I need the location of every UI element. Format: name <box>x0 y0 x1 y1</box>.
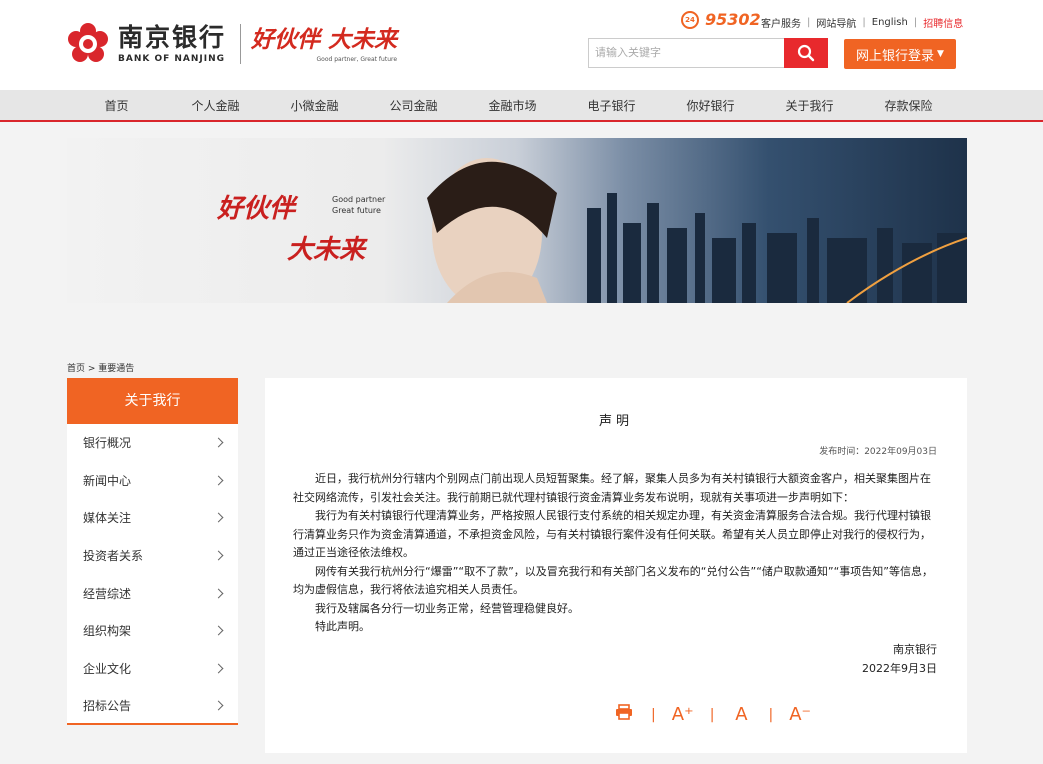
chevron-right-icon <box>213 701 224 711</box>
toplink-separator: | <box>913 17 918 28</box>
nav-item-personal[interactable]: 个人金融 <box>166 90 265 122</box>
logo-divider <box>240 24 242 64</box>
slogan-en: Good partner, Great future <box>316 55 398 63</box>
article-sign-date: 2022年9月3日 <box>862 662 937 675</box>
toplink-separator: | <box>862 17 866 28</box>
sidebar-item-label: 投资者关系 <box>83 549 144 564</box>
sidebar-item-culture[interactable]: 企业文化 <box>67 650 238 688</box>
breadcrumb[interactable]: 首页 > 重要通告 <box>67 361 134 374</box>
logo-cn: 南京银行 <box>118 23 227 52</box>
chevron-right-icon <box>213 588 224 599</box>
sidebar-item-label: 媒体关注 <box>83 511 132 526</box>
chevron-right-icon <box>213 625 224 636</box>
banner-slogan-line2: 大未来 <box>287 235 366 265</box>
publish-date: 发布时间：2022年09月03日 <box>819 447 937 457</box>
search-icon <box>797 44 815 62</box>
print-icon <box>616 704 632 720</box>
search-input[interactable]: 请输入关键字 <box>588 38 785 68</box>
site-header: 南京银行 BANK OF NANJING 好伙伴 大未来 Good partne… <box>0 0 1043 90</box>
article-body: 近日，我行杭州分行辖内个别网点门前出现人员短暂聚集。经了解，聚集人员多为有关村镇… <box>293 470 939 637</box>
sidebar-item-label: 经营综述 <box>83 586 132 601</box>
banner-city-illustration <box>427 158 967 303</box>
sidebar-item-label: 企业文化 <box>83 661 132 676</box>
tool-separator: | <box>651 706 656 723</box>
article-paragraph: 网传有关我行杭州分行“爆雷”“取不了款”，以及冒充我行和有关部门名义发布的“兑付… <box>293 564 933 597</box>
nav-item-small-business[interactable]: 小微金融 <box>265 90 364 122</box>
font-increase-button[interactable]: A⁺ <box>670 704 696 725</box>
top-links: 客户服务 | 网站导航 | English | 招聘信息 <box>761 15 963 30</box>
sidebar-item-tender[interactable]: 招标公告 <box>67 687 238 725</box>
sidebar-item-label: 银行概况 <box>83 436 132 451</box>
nav-item-about-us[interactable]: 关于我行 <box>760 90 859 122</box>
toplink-recruitment[interactable]: 招聘信息 <box>923 15 963 30</box>
nav-item-home[interactable]: 首页 <box>67 90 166 122</box>
slogan-cn: 好伙伴 大未来 <box>251 25 398 53</box>
sidebar-item-business-review[interactable]: 经营综述 <box>67 574 238 612</box>
chevron-right-icon <box>213 475 224 486</box>
banner-slogan-en: Good partner Great future <box>332 194 385 216</box>
article-panel: 声明 发布时间：2022年09月03日 近日，我行杭州分行辖内个别网点门前出现人… <box>265 378 967 753</box>
banner-en-line1: Good partner <box>332 195 386 204</box>
article-signature: 南京银行 <box>893 643 937 656</box>
nav-item-corporate[interactable]: 公司金融 <box>364 90 463 122</box>
toplink-customer-service[interactable]: 客户服务 <box>761 15 801 30</box>
sidebar-title: 关于我行 <box>67 378 238 424</box>
nav-item-nihao-bank[interactable]: 你好银行 <box>661 90 760 122</box>
nav-item-e-banking[interactable]: 电子银行 <box>562 90 661 122</box>
login-label: 网上银行登录 <box>856 48 935 64</box>
hotline: 24 95302 <box>681 10 761 29</box>
hotline-24h-icon: 24 <box>681 10 699 29</box>
font-decrease-button[interactable]: A⁻ <box>787 704 813 725</box>
caret-down-icon: ▼ <box>937 49 944 59</box>
sidebar-item-label: 组织构架 <box>83 624 132 639</box>
article-paragraph: 我行为有关村镇银行代理清算业务，严格按照人民银行支付系统的相关规定办理，有关资金… <box>293 509 931 559</box>
article-paragraph: 我行及辖属各分行一切业务正常，经营管理稳健良好。 <box>315 601 579 615</box>
sidebar-item-investor-relations[interactable]: 投资者关系 <box>67 537 238 575</box>
article-paragraph: 特此声明。 <box>315 620 370 633</box>
sidebar-item-label: 新闻中心 <box>83 473 132 488</box>
online-banking-login-button[interactable]: 网上银行登录 ▼ <box>844 39 956 69</box>
sidebar-item-overview[interactable]: 银行概况 <box>67 424 238 462</box>
toplink-english[interactable]: English <box>872 17 908 28</box>
tool-separator: | <box>709 706 715 723</box>
sidebar-item-news[interactable]: 新闻中心 <box>67 462 238 500</box>
article-paragraph: 近日，我行杭州分行辖内个别网点门前出现人员短暂聚集。经了解，聚集人员多为有关村镇… <box>293 472 931 504</box>
sidebar-item-label: 招标公告 <box>83 699 132 714</box>
toplink-site-nav[interactable]: 网站导航 <box>816 15 856 30</box>
hero-banner: 好伙伴 大未来 Good partner Great future <box>67 138 967 303</box>
article-tools: | A⁺ | A | A⁻ <box>611 704 813 725</box>
chevron-right-icon <box>213 663 224 674</box>
toplink-separator: | <box>807 17 811 28</box>
nav-item-financial-markets[interactable]: 金融市场 <box>463 90 562 122</box>
print-button[interactable] <box>611 704 637 725</box>
bank-logo[interactable]: 南京银行 BANK OF NANJING 好伙伴 大未来 Good partne… <box>66 22 397 66</box>
nav-item-deposit-insurance[interactable]: 存款保险 <box>859 90 958 122</box>
tool-separator: | <box>768 706 774 723</box>
chevron-right-icon <box>213 550 224 561</box>
bank-logo-icon <box>66 22 110 66</box>
font-normal-button[interactable]: A <box>728 704 754 725</box>
hotline-number: 95302 <box>705 10 761 29</box>
sidebar-item-organization[interactable]: 组织构架 <box>67 612 238 650</box>
banner-en-line2: Great future <box>332 206 381 215</box>
logo-en: BANK OF NANJING <box>118 54 226 64</box>
sidebar: 关于我行 银行概况 新闻中心 媒体关注 投资者关系 经营综述 组织构架 企业文化… <box>67 378 238 725</box>
main-nav: 首页 个人金融 小微金融 公司金融 金融市场 电子银行 你好银行 关于我行 存款… <box>0 90 1043 122</box>
chevron-right-icon <box>213 437 224 448</box>
article-title: 声明 <box>598 414 633 429</box>
chevron-right-icon <box>213 513 224 523</box>
search-button[interactable] <box>784 38 828 68</box>
sidebar-item-media[interactable]: 媒体关注 <box>67 499 238 537</box>
